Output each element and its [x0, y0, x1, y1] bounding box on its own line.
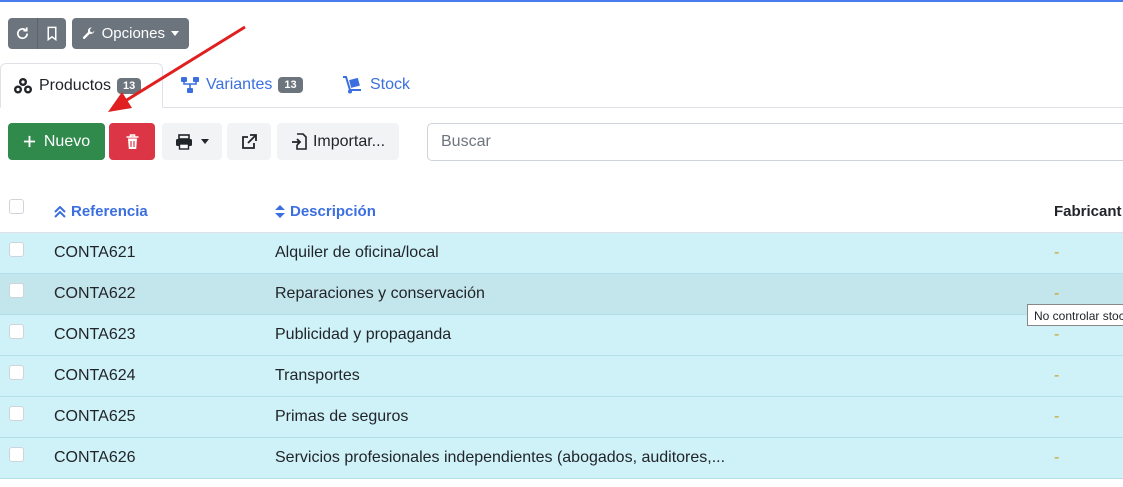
row-description: Reparaciones y conservación [275, 285, 485, 302]
row-description: Transportes [275, 367, 360, 384]
row-reference: CONTA626 [54, 449, 136, 466]
row-reference: CONTA624 [54, 367, 136, 384]
sort-icon [275, 205, 285, 218]
plus-icon [23, 135, 35, 148]
table-row[interactable]: CONTA623 Publicidad y propaganda - [0, 315, 1123, 356]
wrench-icon [82, 27, 95, 39]
open-external-button[interactable] [227, 123, 271, 160]
import-button[interactable]: Importar... [277, 123, 399, 160]
row-checkbox[interactable] [9, 242, 24, 257]
import-button-label: Importar... [312, 132, 386, 150]
reference-header-label: Referencia [71, 203, 148, 220]
row-checkbox[interactable] [9, 324, 24, 339]
row-description: Publicidad y propaganda [275, 326, 452, 343]
sitemap-icon [181, 77, 199, 93]
row-checkbox[interactable] [9, 283, 24, 298]
row-manufacturer: - [1054, 244, 1060, 261]
row-reference: CONTA621 [54, 244, 136, 261]
print-dropdown-button[interactable] [162, 123, 222, 160]
row-reference: CONTA623 [54, 326, 136, 343]
manufacturer-header-label: Fabricant [1054, 203, 1122, 220]
tab-productos-label: Productos [39, 76, 112, 94]
options-dropdown-button[interactable]: Opciones [72, 18, 189, 49]
top-toolbar: Opciones [8, 18, 189, 49]
row-description: Servicios profesionales independientes (… [275, 449, 726, 466]
new-button-label: Nuevo [43, 132, 91, 150]
row-manufacturer: - [1054, 326, 1060, 343]
row-reference: CONTA622 [54, 285, 136, 302]
options-label: Opciones [101, 25, 165, 42]
row-manufacturer: - [1054, 449, 1060, 466]
search-input[interactable] [427, 123, 1123, 161]
row-checkbox[interactable] [9, 365, 24, 380]
tab-variantes-label: Variantes [206, 76, 273, 93]
row-manufacturer: - [1054, 285, 1060, 302]
table-header: Referencia Descripción Fabricant [0, 190, 1123, 233]
products-table: Referencia Descripción Fabricant CONTA62… [0, 190, 1123, 479]
row-manufacturer: - [1054, 367, 1060, 384]
delete-button[interactable] [109, 123, 155, 160]
row-checkbox[interactable] [9, 447, 24, 462]
description-header-label: Descripción [290, 203, 376, 220]
row-reference: CONTA625 [54, 408, 136, 425]
file-import-icon [291, 133, 307, 150]
trash-icon [126, 133, 138, 149]
table-row[interactable]: CONTA624 Transportes - [0, 356, 1123, 397]
stock-tooltip: No controlar stoc [1027, 304, 1123, 326]
tab-variantes[interactable]: Variantes 13 [180, 63, 303, 107]
sort-asc-icon [54, 205, 66, 218]
tab-productos-count: 13 [117, 77, 142, 94]
table-row[interactable]: CONTA626 Servicios profesionales indepen… [0, 438, 1123, 479]
column-header-manufacturer[interactable]: Fabricant [1054, 203, 1122, 220]
refresh-button[interactable] [8, 18, 38, 49]
chevron-down-icon [201, 139, 209, 144]
refresh-icon [17, 27, 29, 40]
chevron-down-icon [171, 31, 179, 36]
tab-stock-label: Stock [370, 76, 411, 93]
tab-bar: Productos 13 Variantes 13 Stock [0, 63, 1123, 108]
external-link-icon [242, 133, 257, 149]
tab-stock[interactable]: Stock [342, 63, 410, 107]
bookmark-icon [47, 26, 57, 41]
tab-productos[interactable]: Productos 13 [0, 63, 163, 108]
top-accent-line [0, 0, 1123, 2]
select-all-checkbox[interactable] [9, 199, 24, 214]
table-row[interactable]: CONTA622 Reparaciones y conservación - [0, 274, 1123, 315]
bookmark-button[interactable] [38, 18, 66, 49]
column-header-reference[interactable]: Referencia [54, 203, 148, 220]
row-manufacturer: - [1054, 408, 1060, 425]
tab-variantes-count: 13 [278, 77, 303, 93]
row-description: Alquiler de oficina/local [275, 244, 439, 261]
row-description: Primas de seguros [275, 408, 409, 425]
print-icon [176, 133, 192, 150]
dolly-icon [343, 76, 361, 94]
table-row[interactable]: CONTA625 Primas de seguros - [0, 397, 1123, 438]
cubes-icon [14, 77, 32, 93]
table-row[interactable]: CONTA621 Alquiler de oficina/local - [0, 233, 1123, 274]
column-header-description[interactable]: Descripción [275, 203, 376, 220]
row-checkbox[interactable] [9, 406, 24, 421]
new-button[interactable]: Nuevo [8, 123, 105, 160]
